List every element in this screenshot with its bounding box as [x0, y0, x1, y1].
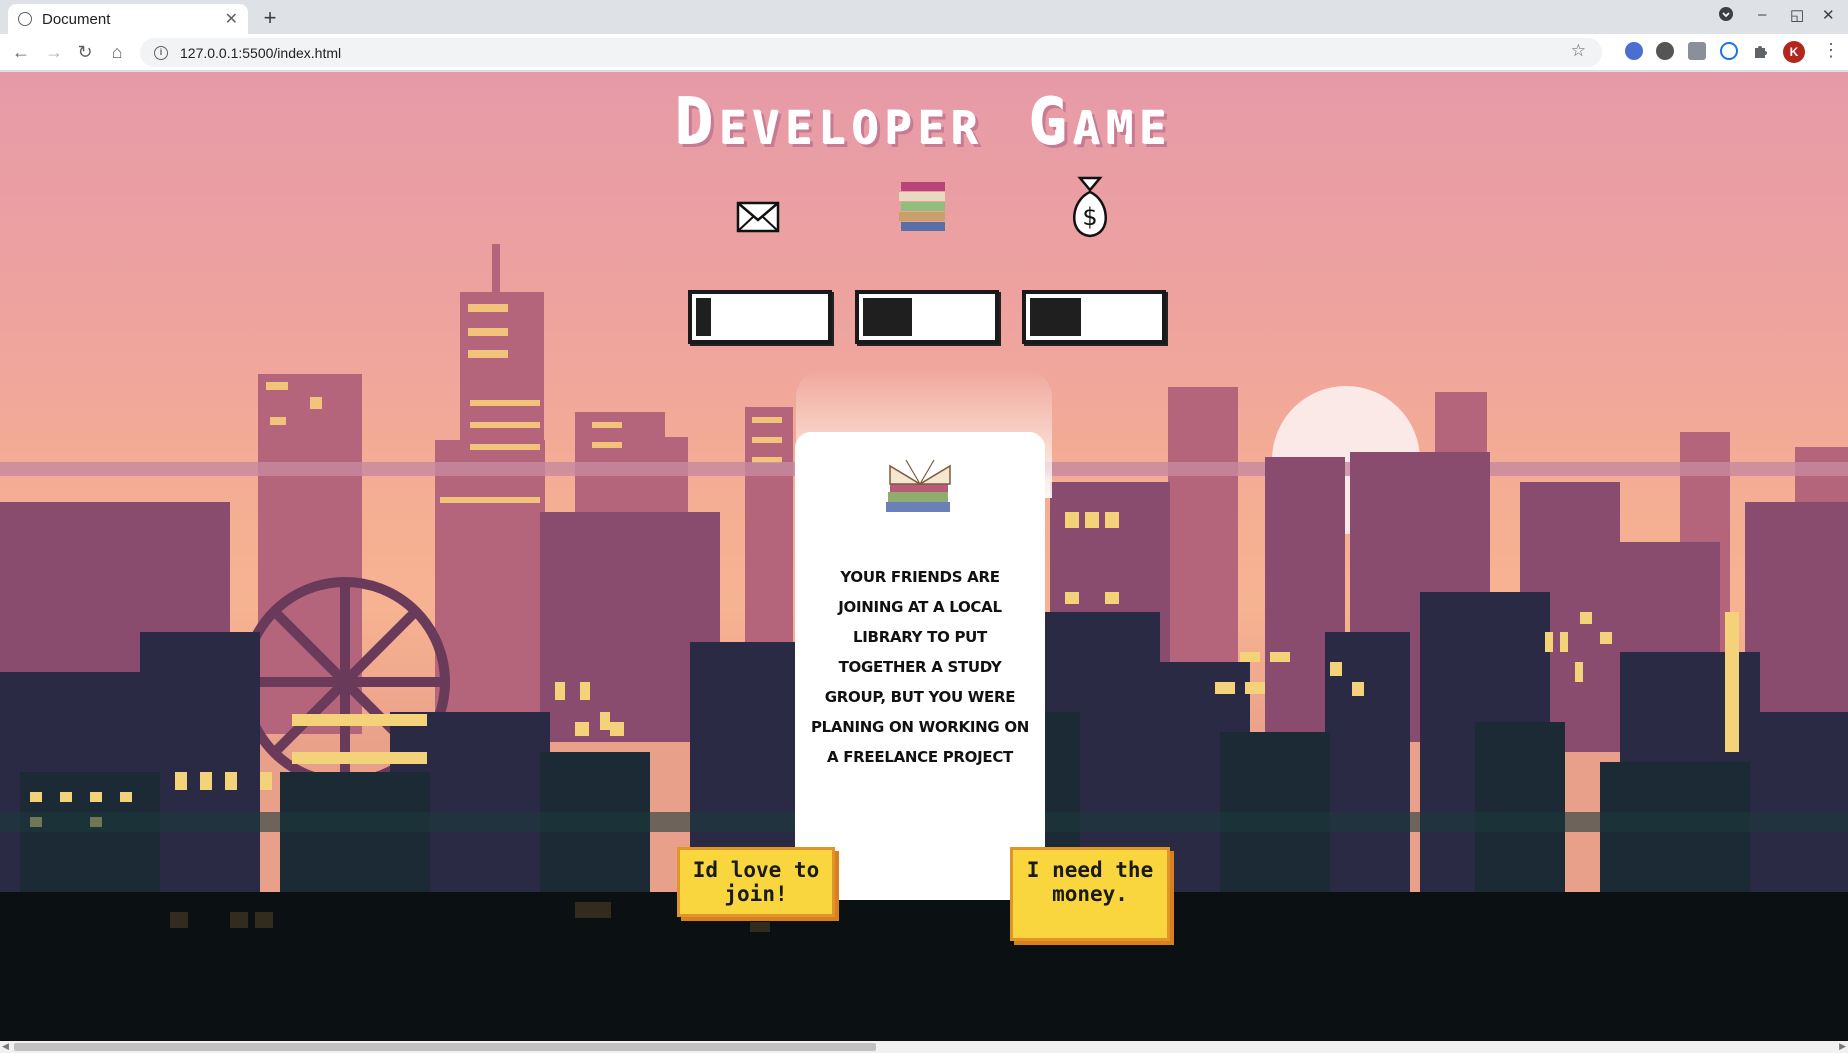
extension-3-icon[interactable] — [1688, 42, 1706, 60]
scenario-card[interactable]: Your friends are joining at a local libr… — [795, 432, 1045, 900]
scenario-text: Your friends are joining at a local libr… — [810, 568, 1030, 766]
home-icon[interactable]: ⌂ — [106, 41, 128, 63]
game-title: Developer Game — [675, 86, 1173, 160]
open-book-stack-icon — [880, 452, 960, 532]
envelope-icon — [723, 180, 793, 250]
bookmark-star-icon[interactable]: ☆ — [1571, 41, 1586, 61]
minimize-button[interactable]: – — [1758, 6, 1766, 23]
books-icon — [889, 172, 959, 242]
address-bar[interactable]: i 127.0.0.1:5500/index.html ☆ — [140, 38, 1602, 67]
scroll-right-arrow-icon[interactable]: ▶ — [1839, 1041, 1846, 1052]
money-stat-bar — [1022, 290, 1166, 344]
social-stat-bar — [688, 290, 832, 344]
money-bag-icon: $ — [1055, 170, 1125, 240]
knowledge-stat-bar — [855, 290, 999, 344]
reload-icon[interactable]: ↻ — [74, 41, 96, 63]
back-icon[interactable]: ← — [10, 41, 32, 63]
forward-icon[interactable]: → — [43, 41, 65, 63]
globe-icon — [18, 12, 32, 26]
extensions-puzzle-icon[interactable] — [1752, 42, 1770, 60]
url-text: 127.0.0.1:5500/index.html — [180, 44, 342, 61]
tab-search-icon[interactable] — [1718, 6, 1734, 26]
extension-1-icon[interactable] — [1625, 42, 1643, 60]
tab-close-button[interactable]: ✕ — [225, 9, 238, 29]
social-stat-fill — [696, 298, 711, 336]
browser-menu-icon[interactable]: ⋮ — [1822, 40, 1840, 61]
new-tab-button[interactable]: + — [258, 5, 282, 31]
restore-button[interactable]: ◱ — [1790, 6, 1804, 24]
site-info-icon[interactable]: i — [154, 45, 168, 60]
scroll-left-arrow-icon[interactable]: ◀ — [2, 1041, 9, 1052]
browser-tab[interactable]: Document ✕ — [8, 4, 248, 34]
extension-4-icon[interactable] — [1720, 42, 1738, 60]
extension-2-icon[interactable] — [1656, 42, 1674, 60]
knowledge-stat-fill — [863, 298, 912, 336]
close-window-button[interactable]: ✕ — [1822, 6, 1835, 24]
game-viewport: Developer Game $ Yo — [0, 72, 1848, 1041]
profile-avatar[interactable]: K — [1783, 41, 1805, 63]
tab-title: Document — [42, 10, 111, 28]
svg-text:$: $ — [1082, 203, 1097, 231]
horizontal-scrollbar[interactable]: ◀ ▶ — [0, 1041, 1848, 1053]
money-choice-button[interactable]: I need the money. — [1010, 847, 1170, 941]
tab-strip: Document ✕ + – ◱ ✕ — [0, 0, 1848, 34]
money-stat-fill — [1030, 298, 1081, 336]
browser-toolbar: ← → ↻ ⌂ i 127.0.0.1:5500/index.html ☆ K … — [0, 34, 1848, 71]
join-choice-button[interactable]: Id love to join! — [677, 847, 835, 917]
scrollbar-thumb[interactable] — [14, 1043, 876, 1051]
